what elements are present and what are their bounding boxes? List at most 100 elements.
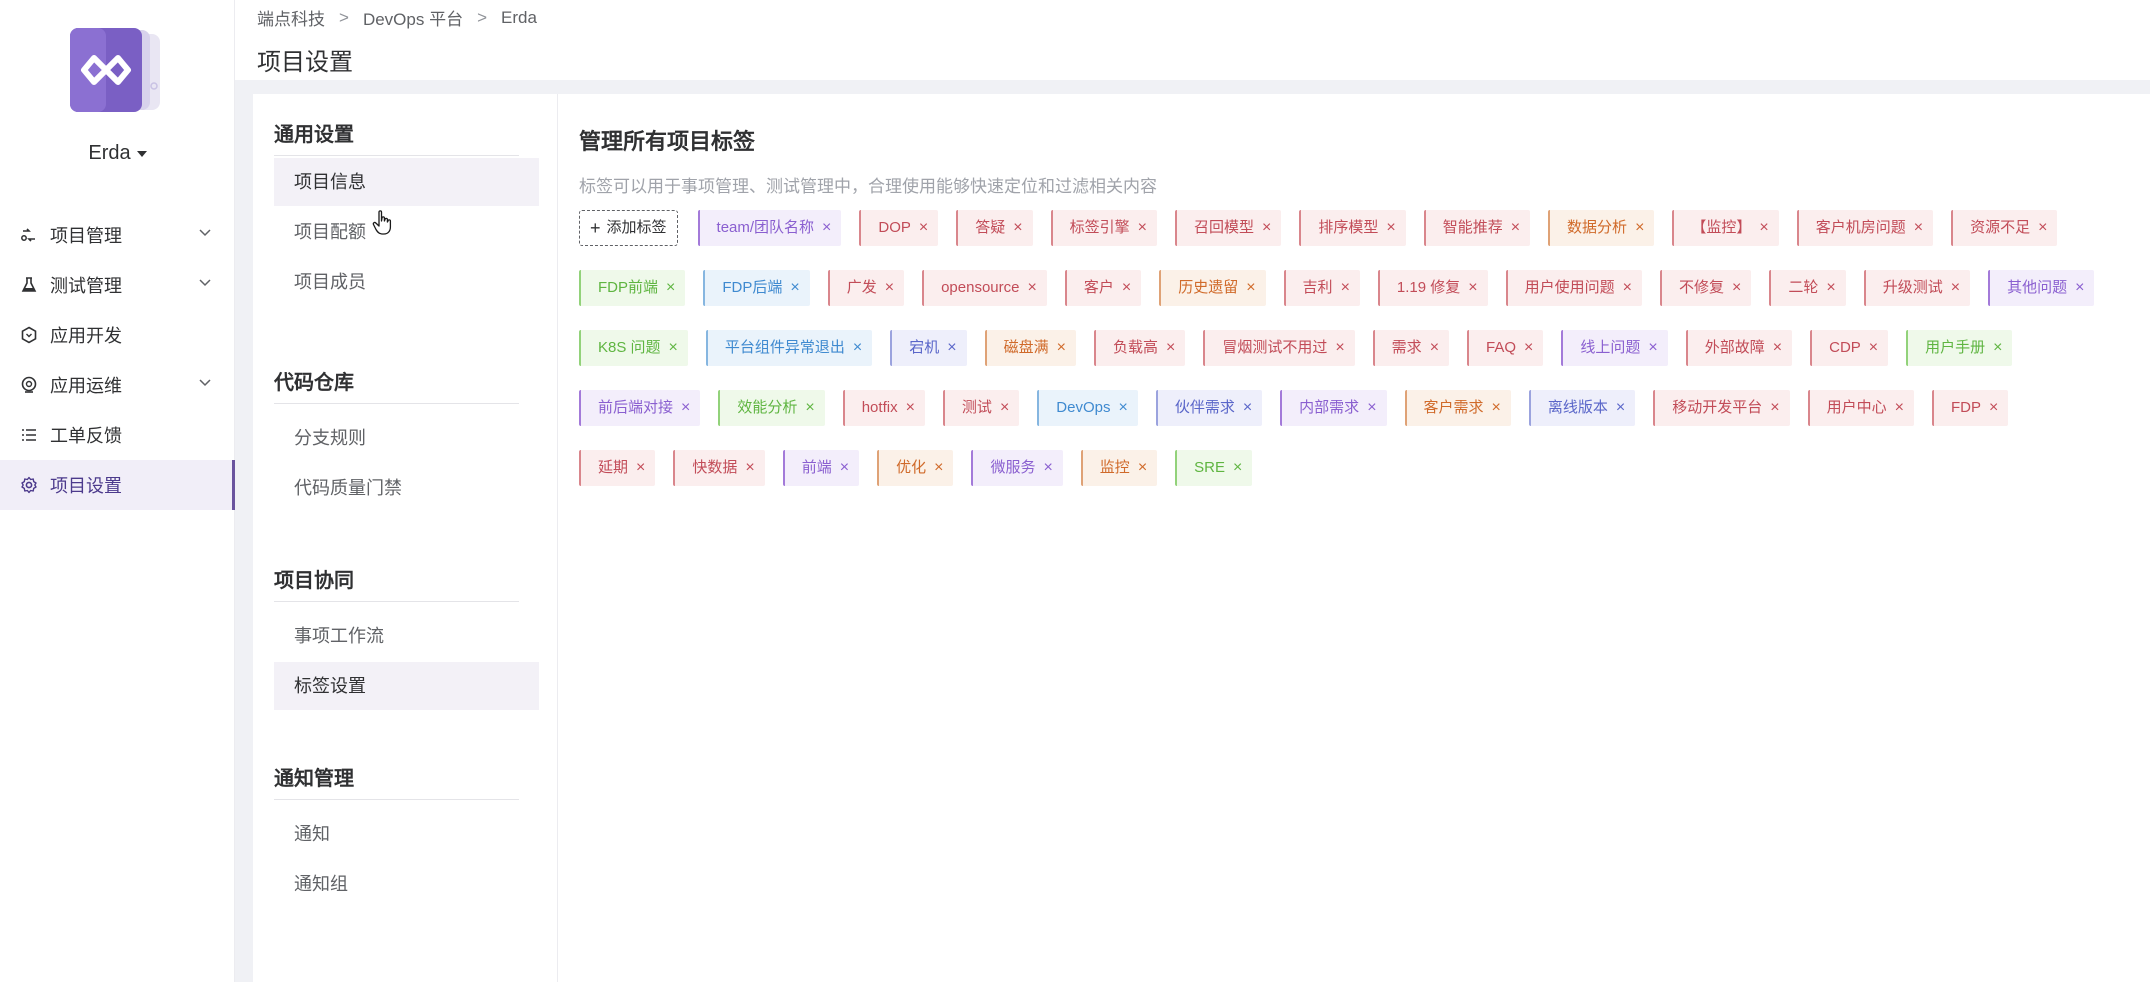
project-tag: 二轮 × bbox=[1769, 270, 1846, 306]
erda-logo-icon[interactable] bbox=[56, 28, 168, 116]
breadcrumb-item[interactable]: 端点科技 bbox=[257, 5, 325, 30]
close-icon[interactable]: × bbox=[1000, 391, 1009, 425]
close-icon[interactable]: × bbox=[1826, 271, 1835, 305]
project-tag: 微服务 × bbox=[971, 450, 1063, 486]
close-icon[interactable]: × bbox=[1246, 271, 1255, 305]
close-icon[interactable]: × bbox=[1468, 271, 1477, 305]
close-icon[interactable]: × bbox=[947, 331, 956, 365]
close-icon[interactable]: × bbox=[1166, 331, 1175, 365]
close-icon[interactable]: × bbox=[1635, 211, 1644, 245]
close-icon[interactable]: × bbox=[1732, 271, 1741, 305]
nav-item-ticket-feedback[interactable]: 工单反馈 bbox=[0, 410, 235, 460]
close-icon[interactable]: × bbox=[1027, 271, 1036, 305]
nav-item-test-management[interactable]: 测试管理 bbox=[0, 260, 235, 310]
settings-item-notification-group[interactable]: 通知组 bbox=[274, 860, 539, 908]
settings-group-title: 通知管理 bbox=[274, 758, 519, 800]
project-tag: CDP × bbox=[1810, 330, 1889, 366]
tag-label: 广发 bbox=[846, 279, 877, 296]
add-tag-button[interactable]: + 添加标签 bbox=[579, 210, 678, 246]
close-icon[interactable]: × bbox=[1262, 211, 1271, 245]
close-icon[interactable]: × bbox=[1492, 391, 1501, 425]
close-icon[interactable]: × bbox=[1989, 391, 1998, 425]
close-icon[interactable]: × bbox=[1759, 211, 1768, 245]
close-icon[interactable]: × bbox=[1869, 331, 1878, 365]
close-icon[interactable]: × bbox=[1243, 391, 1252, 425]
close-icon[interactable]: × bbox=[681, 391, 690, 425]
tag-label: 需求 bbox=[1391, 339, 1422, 356]
close-icon[interactable]: × bbox=[1648, 331, 1657, 365]
settings-item-project-members[interactable]: 项目成员 bbox=[274, 258, 539, 306]
project-tag: K8S 问题 × bbox=[579, 330, 688, 366]
close-icon[interactable]: × bbox=[805, 391, 814, 425]
close-icon[interactable]: × bbox=[1895, 391, 1904, 425]
tag-label: 磁盘满 bbox=[1003, 339, 1049, 356]
close-icon[interactable]: × bbox=[2038, 211, 2047, 245]
close-icon[interactable]: × bbox=[1341, 271, 1350, 305]
project-switcher[interactable]: Erda bbox=[0, 142, 235, 165]
settings-item-label-settings[interactable]: 标签设置 bbox=[274, 662, 539, 710]
close-icon[interactable]: × bbox=[790, 271, 799, 305]
nav-item-app-development[interactable]: 应用开发 bbox=[0, 310, 235, 360]
settings-item-quality-gate[interactable]: 代码质量门禁 bbox=[274, 464, 539, 512]
close-icon[interactable]: × bbox=[1616, 391, 1625, 425]
close-icon[interactable]: × bbox=[1623, 271, 1632, 305]
project-tag: 资源不足 × bbox=[1951, 210, 2058, 246]
close-icon[interactable]: × bbox=[906, 391, 915, 425]
tag-label: 移动开发平台 bbox=[1672, 399, 1763, 416]
project-tag: 客户需求 × bbox=[1404, 390, 1511, 426]
close-icon[interactable]: × bbox=[1013, 211, 1022, 245]
close-icon[interactable]: × bbox=[1770, 391, 1779, 425]
settings-item-issue-workflow[interactable]: 事项工作流 bbox=[274, 612, 539, 660]
settings-item-project-quota[interactable]: 项目配额 bbox=[274, 208, 539, 256]
close-icon[interactable]: × bbox=[1233, 451, 1242, 485]
settings-item-branch-rules[interactable]: 分支规则 bbox=[274, 414, 539, 462]
tag-label: FDP前端 bbox=[598, 279, 659, 296]
nav-item-label: 应用开发 bbox=[50, 326, 122, 346]
settings-item-project-info[interactable]: 项目信息 bbox=[274, 158, 539, 206]
close-icon[interactable]: × bbox=[919, 211, 928, 245]
close-icon[interactable]: × bbox=[885, 271, 894, 305]
close-icon[interactable]: × bbox=[1138, 451, 1147, 485]
close-icon[interactable]: × bbox=[1386, 211, 1395, 245]
project-tag: 快数据 × bbox=[673, 450, 765, 486]
close-icon[interactable]: × bbox=[853, 331, 862, 365]
close-icon[interactable]: × bbox=[1122, 271, 1131, 305]
nav-item-project-management[interactable]: 项目管理 bbox=[0, 210, 235, 260]
nav-item-app-operations[interactable]: 应用运维 bbox=[0, 360, 235, 410]
close-icon[interactable]: × bbox=[1057, 331, 1066, 365]
close-icon[interactable]: × bbox=[1367, 391, 1376, 425]
close-icon[interactable]: × bbox=[745, 451, 754, 485]
tag-label: SRE bbox=[1194, 459, 1225, 476]
project-tag: opensource × bbox=[922, 270, 1047, 306]
close-icon[interactable]: × bbox=[1914, 211, 1923, 245]
close-icon[interactable]: × bbox=[1951, 271, 1960, 305]
close-icon[interactable]: × bbox=[1138, 211, 1147, 245]
close-icon[interactable]: × bbox=[636, 451, 645, 485]
nav-item-project-settings[interactable]: 项目设置 bbox=[0, 460, 235, 510]
close-icon[interactable]: × bbox=[1335, 331, 1344, 365]
close-icon[interactable]: × bbox=[666, 271, 675, 305]
close-icon[interactable]: × bbox=[934, 451, 943, 485]
close-icon[interactable]: × bbox=[2075, 271, 2084, 305]
tag-label: 历史遗留 bbox=[1178, 279, 1239, 296]
close-icon[interactable]: × bbox=[1118, 391, 1127, 425]
project-tag: 测试 × bbox=[942, 390, 1020, 426]
project-tag: 用户手册 × bbox=[1906, 330, 2013, 366]
close-icon[interactable]: × bbox=[1043, 451, 1052, 485]
close-icon[interactable]: × bbox=[822, 211, 831, 245]
breadcrumb-item[interactable]: DevOps 平台 bbox=[363, 5, 463, 30]
project-tag: FDP后端 × bbox=[703, 270, 810, 306]
project-tag: SRE × bbox=[1175, 450, 1253, 486]
close-icon[interactable]: × bbox=[1993, 331, 2002, 365]
close-icon[interactable]: × bbox=[1524, 331, 1533, 365]
page-title: 项目设置 bbox=[257, 49, 353, 76]
list-icon bbox=[20, 426, 38, 444]
close-icon[interactable]: × bbox=[840, 451, 849, 485]
close-icon[interactable]: × bbox=[669, 331, 678, 365]
close-icon[interactable]: × bbox=[1511, 211, 1520, 245]
close-icon[interactable]: × bbox=[1430, 331, 1439, 365]
close-icon[interactable]: × bbox=[1773, 331, 1782, 365]
project-tag: 客户机房问题 × bbox=[1796, 210, 1934, 246]
settings-item-notification[interactable]: 通知 bbox=[274, 810, 539, 858]
breadcrumb-item[interactable]: Erda bbox=[501, 8, 537, 28]
